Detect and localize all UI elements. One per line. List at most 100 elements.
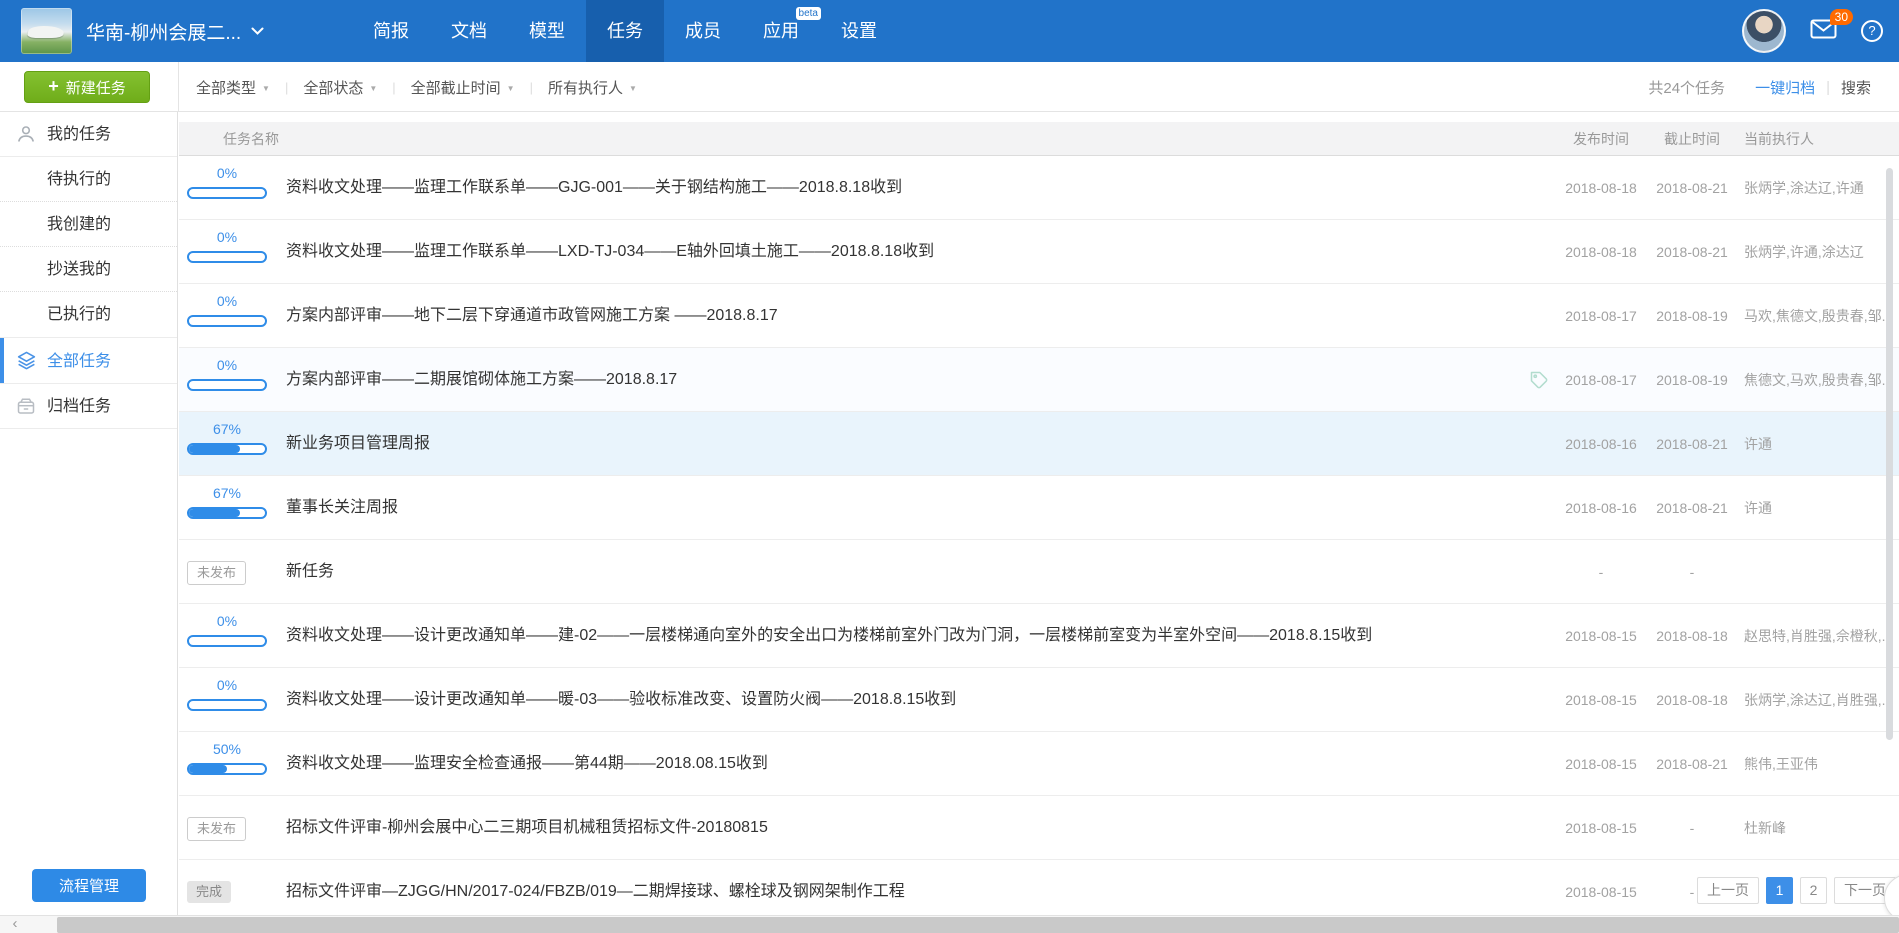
- deadline-date: 2018-08-21: [1647, 732, 1737, 796]
- page-button-2[interactable]: 2: [1800, 877, 1827, 904]
- task-name[interactable]: 董事长关注周报: [286, 476, 398, 540]
- divider: |: [1826, 79, 1830, 96]
- progress-bar: [187, 187, 267, 199]
- user-icon: [16, 124, 36, 144]
- filter-executor-dropdown[interactable]: 所有执行人 ▼: [548, 77, 637, 98]
- task-progress: 67%: [187, 421, 267, 455]
- filter-type-dropdown[interactable]: 全部类型 ▼: [196, 77, 270, 98]
- executor: 马欢,焦德文,殷贵春,邹...: [1744, 284, 1896, 348]
- status-badge: 完成: [187, 881, 231, 903]
- status-badge: 未发布: [187, 561, 246, 585]
- layers-icon: [16, 350, 37, 371]
- sidebar-item-created-by-me[interactable]: 我创建的: [0, 202, 177, 247]
- sidebar-item-all-tasks[interactable]: 全部任务: [0, 337, 177, 384]
- deadline-date: -: [1647, 796, 1737, 860]
- task-name[interactable]: 招标文件评审-柳州会展中心二三期项目机械租赁招标文件-20180815: [286, 796, 768, 860]
- task-name[interactable]: 资料收文处理——设计更改通知单——建-02——一层楼梯通向室外的安全出口为楼梯前…: [286, 604, 1372, 668]
- table-row[interactable]: 未发布 新任务 - -: [179, 540, 1899, 604]
- deadline-date: 2018-08-18: [1647, 604, 1737, 668]
- archive-all-link[interactable]: 一键归档: [1755, 77, 1815, 98]
- caret-down-icon: ▼: [629, 84, 637, 93]
- help-button[interactable]: ?: [1861, 20, 1883, 42]
- table-row[interactable]: 0% 资料收文处理——设计更改通知单——建-02——一层楼梯通向室外的安全出口为…: [179, 604, 1899, 668]
- progress-bar: [187, 443, 267, 455]
- task-name[interactable]: 方案内部评审——地下二层下穿通道市政管网施工方案 ——2018.8.17: [286, 284, 778, 348]
- progress-bar: [187, 507, 267, 519]
- table-row[interactable]: 0% 资料收文处理——监理工作联系单——GJG-001——关于钢结构施工——20…: [179, 156, 1899, 220]
- nav-item-apps[interactable]: 应用 beta: [742, 0, 820, 62]
- filters: 全部类型 ▼ | 全部状态 ▼ | 全部截止时间 ▼ | 所有执行人 ▼: [196, 62, 637, 112]
- header-publish-date: 发布时间: [1556, 122, 1646, 156]
- task-progress: 0%: [187, 165, 267, 199]
- progress-bar: [187, 251, 267, 263]
- tag-icon[interactable]: [1529, 370, 1549, 390]
- table-row[interactable]: 完成 招标文件评审—ZJGG/HN/2017-024/FBZB/019—二期焊接…: [179, 860, 1899, 915]
- prev-page-button[interactable]: 上一页: [1697, 877, 1759, 904]
- project-switcher[interactable]: 华南-柳州会展二...: [86, 0, 264, 62]
- sidebar-item-archived-tasks[interactable]: 归档任务: [0, 384, 177, 429]
- deadline-date: 2018-08-18: [1647, 668, 1737, 732]
- task-name[interactable]: 方案内部评审——二期展馆砌体施工方案——2018.8.17: [286, 348, 677, 412]
- deadline-date: 2018-08-19: [1647, 348, 1737, 412]
- table-row[interactable]: 67% 董事长关注周报 2018-08-16 2018-08-21 许通: [179, 476, 1899, 540]
- deadline-date: 2018-08-21: [1647, 220, 1737, 284]
- task-name[interactable]: 新业务项目管理周报: [286, 412, 430, 476]
- messages-button[interactable]: 30: [1810, 19, 1837, 44]
- publish-date: 2018-08-15: [1556, 604, 1646, 668]
- vertical-scrollbar[interactable]: [1886, 168, 1893, 740]
- process-management-button[interactable]: 流程管理: [32, 869, 146, 902]
- deadline-date: -: [1647, 540, 1737, 604]
- horizontal-scrollbar-thumb[interactable]: [57, 917, 1899, 933]
- task-progress: 0%: [187, 293, 267, 327]
- progress-bar: [187, 379, 267, 391]
- caret-down-icon: ▼: [369, 84, 377, 93]
- archive-box-icon: [16, 396, 36, 416]
- caret-down-icon: ▼: [262, 84, 270, 93]
- table-row[interactable]: 0% 资料收文处理——设计更改通知单——暖-03——验收标准改变、设置防火阀——…: [179, 668, 1899, 732]
- sidebar-item-executed[interactable]: 已执行的: [0, 292, 177, 337]
- task-name[interactable]: 资料收文处理——设计更改通知单——暖-03——验收标准改变、设置防火阀——201…: [286, 668, 956, 732]
- executor: 张炳学,涂达辽,肖胜强,...: [1744, 668, 1896, 732]
- nav-item-briefing[interactable]: 简报: [352, 0, 430, 62]
- table-row[interactable]: 未发布 招标文件评审-柳州会展中心二三期项目机械租赁招标文件-20180815 …: [179, 796, 1899, 860]
- page-button-1[interactable]: 1: [1766, 877, 1793, 904]
- table-body: 0% 资料收文处理——监理工作联系单——GJG-001——关于钢结构施工——20…: [179, 156, 1899, 915]
- top-navigation-bar: 华南-柳州会展二... 简报 文档 模型 任务 成员 应用 beta 设置 30…: [0, 0, 1899, 62]
- task-name[interactable]: 资料收文处理——监理工作联系单——GJG-001——关于钢结构施工——2018.…: [286, 156, 902, 220]
- task-name[interactable]: 资料收文处理——监理工作联系单——LXD-TJ-034——E轴外回填土施工——2…: [286, 220, 934, 284]
- table-row[interactable]: 67% 新业务项目管理周报 2018-08-16 2018-08-21 许通: [179, 412, 1899, 476]
- sidebar-item-cc-me[interactable]: 抄送我的: [0, 247, 177, 292]
- nav-item-members[interactable]: 成员: [664, 0, 742, 62]
- main-nav: 简报 文档 模型 任务 成员 应用 beta 设置: [352, 0, 898, 62]
- scroll-left-arrow[interactable]: ‹: [0, 916, 30, 933]
- table-row[interactable]: 0% 方案内部评审——地下二层下穿通道市政管网施工方案 ——2018.8.17 …: [179, 284, 1899, 348]
- task-name[interactable]: 新任务: [286, 540, 334, 604]
- project-logo: [21, 8, 72, 54]
- deadline-date: 2018-08-21: [1647, 156, 1737, 220]
- nav-item-documents[interactable]: 文档: [430, 0, 508, 62]
- new-task-button[interactable]: + 新建任务: [24, 71, 150, 103]
- progress-bar: [187, 763, 267, 775]
- table-row[interactable]: 0% 资料收文处理——监理工作联系单——LXD-TJ-034——E轴外回填土施工…: [179, 220, 1899, 284]
- task-progress: 0%: [187, 357, 267, 391]
- search-link[interactable]: 搜索: [1841, 77, 1871, 98]
- table-row[interactable]: 50% 资料收文处理——监理安全检查通报——第44期——2018.08.15收到…: [179, 732, 1899, 796]
- pagination: 上一页 1 2 下一页: [1697, 877, 1896, 904]
- filter-deadline-dropdown[interactable]: 全部截止时间 ▼: [411, 77, 515, 98]
- task-table: 任务名称 发布时间 截止时间 当前执行人 0% 资料收文处理——监理工作联系单—…: [179, 112, 1899, 915]
- nav-item-settings[interactable]: 设置: [820, 0, 898, 62]
- sidebar-item-pending[interactable]: 待执行的: [0, 157, 177, 202]
- filter-status-dropdown[interactable]: 全部状态 ▼: [303, 77, 377, 98]
- user-avatar[interactable]: [1742, 9, 1786, 53]
- deadline-date: 2018-08-21: [1647, 476, 1737, 540]
- sidebar-item-my-tasks[interactable]: 我的任务: [0, 112, 177, 157]
- nav-item-model[interactable]: 模型: [508, 0, 586, 62]
- table-header: 任务名称 发布时间 截止时间 当前执行人: [179, 122, 1899, 156]
- table-row[interactable]: 0% 方案内部评审——二期展馆砌体施工方案——2018.8.17 2018-08…: [179, 348, 1899, 412]
- task-name[interactable]: 资料收文处理——监理安全检查通报——第44期——2018.08.15收到: [286, 732, 768, 796]
- publish-date: 2018-08-18: [1556, 156, 1646, 220]
- task-name[interactable]: 招标文件评审—ZJGG/HN/2017-024/FBZB/019—二期焊接球、螺…: [286, 860, 905, 915]
- executor: 杜新峰: [1744, 796, 1896, 860]
- horizontal-scrollbar: ‹: [0, 915, 1899, 933]
- nav-item-tasks[interactable]: 任务: [586, 0, 664, 62]
